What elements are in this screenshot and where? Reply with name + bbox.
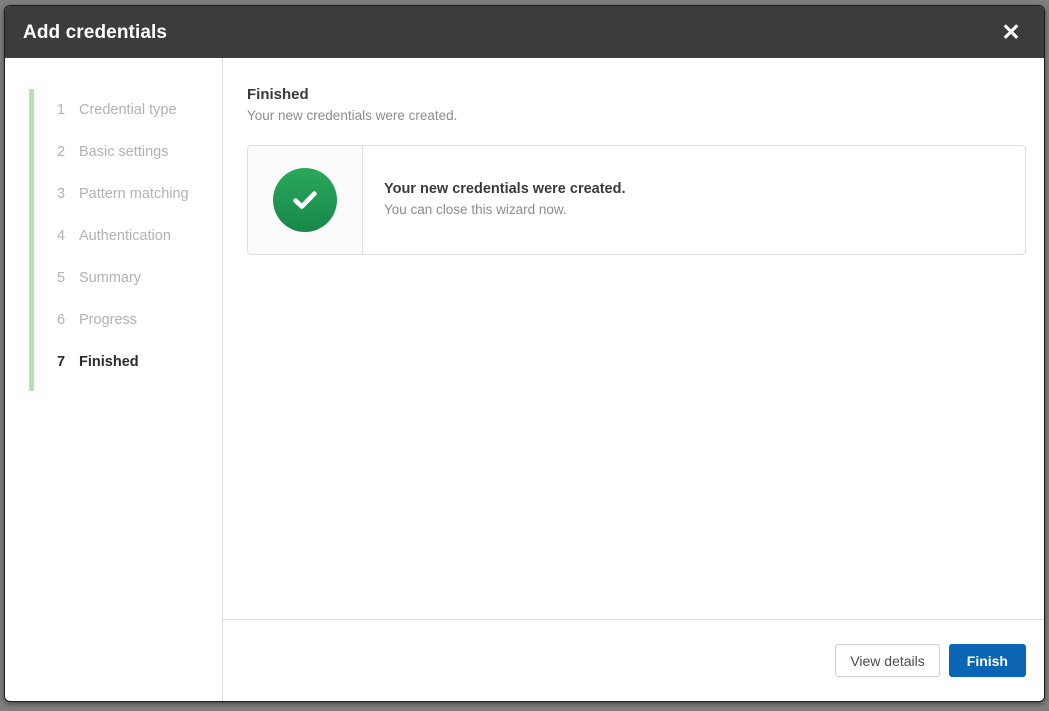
dialog-titlebar: Add credentials ✕ [5,6,1044,58]
finish-button[interactable]: Finish [949,644,1026,677]
result-text-cell: Your new credentials were created. You c… [363,146,1025,254]
add-credentials-dialog: Add credentials ✕ 1 Credential type 2 Ba… [4,5,1045,702]
main-scroll-area: Finished Your new credentials were creat… [223,58,1044,620]
step-number: 5 [57,270,79,286]
step-number: 6 [57,312,79,328]
step-label: Pattern matching [79,186,189,202]
sidebar-step-finished[interactable]: 7 Finished [5,341,222,383]
step-label: Finished [79,354,139,370]
step-number: 4 [57,228,79,244]
step-label: Summary [79,270,141,286]
result-subtext: You can close this wizard now. [384,201,1025,219]
result-icon-cell [248,146,363,254]
dialog-title: Add credentials [23,23,167,42]
dialog-footer: View details Finish [223,620,1044,701]
sidebar-step-authentication[interactable]: 4 Authentication [5,215,222,257]
step-label: Authentication [79,228,171,244]
step-number: 7 [57,354,79,370]
check-circle-icon [273,168,337,232]
step-label: Progress [79,312,137,328]
step-label: Basic settings [79,144,168,160]
result-heading: Your new credentials were created. [384,180,1025,200]
step-label: Credential type [79,102,177,118]
view-details-button[interactable]: View details [835,644,939,677]
sidebar-step-progress[interactable]: 6 Progress [5,299,222,341]
dialog-body: 1 Credential type 2 Basic settings 3 Pat… [5,58,1044,701]
sidebar-step-credential-type[interactable]: 1 Credential type [5,89,222,131]
sidebar-step-pattern-matching[interactable]: 3 Pattern matching [5,173,222,215]
sidebar-step-basic-settings[interactable]: 2 Basic settings [5,131,222,173]
page-subtitle: Your new credentials were created. [247,107,1026,125]
main-content: Finished Your new credentials were creat… [223,58,1044,701]
steps-list: 1 Credential type 2 Basic settings 3 Pat… [5,89,222,383]
success-result-panel: Your new credentials were created. You c… [247,145,1026,255]
close-icon[interactable]: ✕ [994,15,1028,49]
sidebar-step-summary[interactable]: 5 Summary [5,257,222,299]
wizard-steps-sidebar: 1 Credential type 2 Basic settings 3 Pat… [5,58,223,701]
step-number: 2 [57,144,79,160]
step-number: 3 [57,186,79,202]
page-title: Finished [247,85,1026,105]
step-number: 1 [57,102,79,118]
